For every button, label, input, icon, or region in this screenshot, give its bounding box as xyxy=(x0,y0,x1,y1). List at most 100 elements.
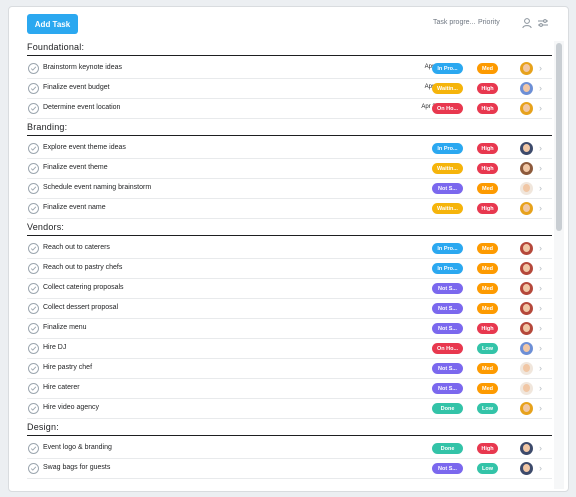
chevron-right-icon[interactable]: › xyxy=(539,163,542,173)
chevron-right-icon[interactable]: › xyxy=(539,403,542,413)
assignee-avatar[interactable] xyxy=(520,322,533,335)
check-circle-icon[interactable] xyxy=(28,363,39,374)
chevron-right-icon[interactable]: › xyxy=(539,443,542,453)
task-row[interactable]: Finalize menu Not S... High › xyxy=(27,319,552,339)
check-circle-icon[interactable] xyxy=(28,283,39,294)
task-name[interactable]: Reach out to caterers xyxy=(43,244,110,251)
priority-badge[interactable]: Med xyxy=(477,383,498,394)
task-name[interactable]: Finalize event name xyxy=(43,204,106,211)
task-progress-column-header[interactable]: Task progre... xyxy=(433,19,475,26)
chevron-right-icon[interactable]: › xyxy=(539,243,542,253)
check-circle-icon[interactable] xyxy=(28,203,39,214)
assignee-avatar[interactable] xyxy=(520,142,533,155)
status-badge[interactable]: Waitin... xyxy=(432,203,463,214)
status-badge[interactable]: Not S... xyxy=(432,383,463,394)
status-badge[interactable]: Not S... xyxy=(432,463,463,474)
scrollbar[interactable] xyxy=(554,41,564,489)
task-row[interactable]: Collect catering proposals Not S... Med › xyxy=(27,279,552,299)
task-name[interactable]: Hire video agency xyxy=(43,404,99,411)
assignee-avatar[interactable] xyxy=(520,62,533,75)
assignee-avatar[interactable] xyxy=(520,162,533,175)
task-row[interactable]: Schedule event naming brainstorm Not S...… xyxy=(27,179,552,199)
check-circle-icon[interactable] xyxy=(28,183,39,194)
task-row[interactable]: Reach out to caterers In Pro... Med › xyxy=(27,239,552,259)
section-header[interactable]: Vendors: xyxy=(27,219,552,236)
chevron-right-icon[interactable]: › xyxy=(539,263,542,273)
assignee-avatar[interactable] xyxy=(520,262,533,275)
chevron-right-icon[interactable]: › xyxy=(539,343,542,353)
check-circle-icon[interactable] xyxy=(28,403,39,414)
task-name[interactable]: Finalize event theme xyxy=(43,164,108,171)
assignee-avatar[interactable] xyxy=(520,462,533,475)
assignee-avatar[interactable] xyxy=(520,242,533,255)
check-circle-icon[interactable] xyxy=(28,303,39,314)
check-circle-icon[interactable] xyxy=(28,143,39,154)
assignee-avatar[interactable] xyxy=(520,442,533,455)
task-name[interactable]: Finalize event budget xyxy=(43,84,110,91)
status-badge[interactable]: Not S... xyxy=(432,323,463,334)
task-name[interactable]: Event logo & branding xyxy=(43,444,112,451)
assignee-avatar[interactable] xyxy=(520,342,533,355)
chevron-right-icon[interactable]: › xyxy=(539,463,542,473)
user-icon[interactable] xyxy=(521,16,533,29)
priority-badge[interactable]: High xyxy=(477,203,498,214)
status-badge[interactable]: In Pro... xyxy=(432,63,463,74)
chevron-right-icon[interactable]: › xyxy=(539,63,542,73)
assignee-avatar[interactable] xyxy=(520,302,533,315)
task-row[interactable]: Hire caterer Not S... Med › xyxy=(27,379,552,399)
add-task-button[interactable]: Add Task xyxy=(27,14,78,34)
status-badge[interactable]: Done xyxy=(432,403,463,414)
task-row[interactable]: Finalize event name Waitin... High › xyxy=(27,199,552,219)
task-name[interactable]: Hire pastry chef xyxy=(43,364,92,371)
assignee-avatar[interactable] xyxy=(520,82,533,95)
section-header[interactable]: Branding: xyxy=(27,119,552,136)
status-badge[interactable]: Not S... xyxy=(432,183,463,194)
check-circle-icon[interactable] xyxy=(28,443,39,454)
task-row[interactable]: Determine event locationApr 3 – 10On Ho.… xyxy=(27,99,552,119)
status-badge[interactable]: Done xyxy=(432,443,463,454)
priority-badge[interactable]: Med xyxy=(477,63,498,74)
task-name[interactable]: Finalize menu xyxy=(43,324,87,331)
task-name[interactable]: Hire caterer xyxy=(43,384,80,391)
status-badge[interactable]: In Pro... xyxy=(432,263,463,274)
task-name[interactable]: Collect catering proposals xyxy=(43,284,124,291)
scrollbar-thumb[interactable] xyxy=(556,43,562,231)
chevron-right-icon[interactable]: › xyxy=(539,183,542,193)
task-name[interactable]: Explore event theme ideas xyxy=(43,144,126,151)
assignee-avatar[interactable] xyxy=(520,402,533,415)
priority-badge[interactable]: High xyxy=(477,443,498,454)
check-circle-icon[interactable] xyxy=(28,83,39,94)
task-name[interactable]: Brainstorm keynote ideas xyxy=(43,64,122,71)
priority-badge[interactable]: Low xyxy=(477,343,498,354)
chevron-right-icon[interactable]: › xyxy=(539,203,542,213)
assignee-avatar[interactable] xyxy=(520,182,533,195)
priority-badge[interactable]: High xyxy=(477,163,498,174)
priority-badge[interactable]: High xyxy=(477,83,498,94)
chevron-right-icon[interactable]: › xyxy=(539,103,542,113)
task-name[interactable]: Swag bags for guests xyxy=(43,464,110,471)
task-name[interactable]: Reach out to pastry chefs xyxy=(43,264,122,271)
chevron-right-icon[interactable]: › xyxy=(539,323,542,333)
status-badge[interactable]: Waitin... xyxy=(432,83,463,94)
assignee-avatar[interactable] xyxy=(520,382,533,395)
status-badge[interactable]: In Pro... xyxy=(432,143,463,154)
priority-badge[interactable]: Med xyxy=(477,303,498,314)
sliders-icon[interactable] xyxy=(537,16,549,28)
priority-badge[interactable]: Med xyxy=(477,363,498,374)
task-row[interactable]: Collect dessert proposal Not S... Med › xyxy=(27,299,552,319)
priority-badge[interactable]: Med xyxy=(477,283,498,294)
task-name[interactable]: Schedule event naming brainstorm xyxy=(43,184,151,191)
status-badge[interactable]: Waitin... xyxy=(432,163,463,174)
chevron-right-icon[interactable]: › xyxy=(539,363,542,373)
check-circle-icon[interactable] xyxy=(28,263,39,274)
chevron-right-icon[interactable]: › xyxy=(539,143,542,153)
task-row[interactable]: Hire pastry chef Not S... Med › xyxy=(27,359,552,379)
task-row[interactable]: Hire video agency Done Low › xyxy=(27,399,552,419)
status-badge[interactable]: On Ho... xyxy=(432,343,463,354)
task-row[interactable]: Swag bags for guests Not S... Low › xyxy=(27,459,552,479)
task-name[interactable]: Determine event location xyxy=(43,104,120,111)
priority-badge[interactable]: High xyxy=(477,143,498,154)
check-circle-icon[interactable] xyxy=(28,163,39,174)
priority-badge[interactable]: High xyxy=(477,103,498,114)
task-row[interactable]: Finalize event theme Waitin... High › xyxy=(27,159,552,179)
